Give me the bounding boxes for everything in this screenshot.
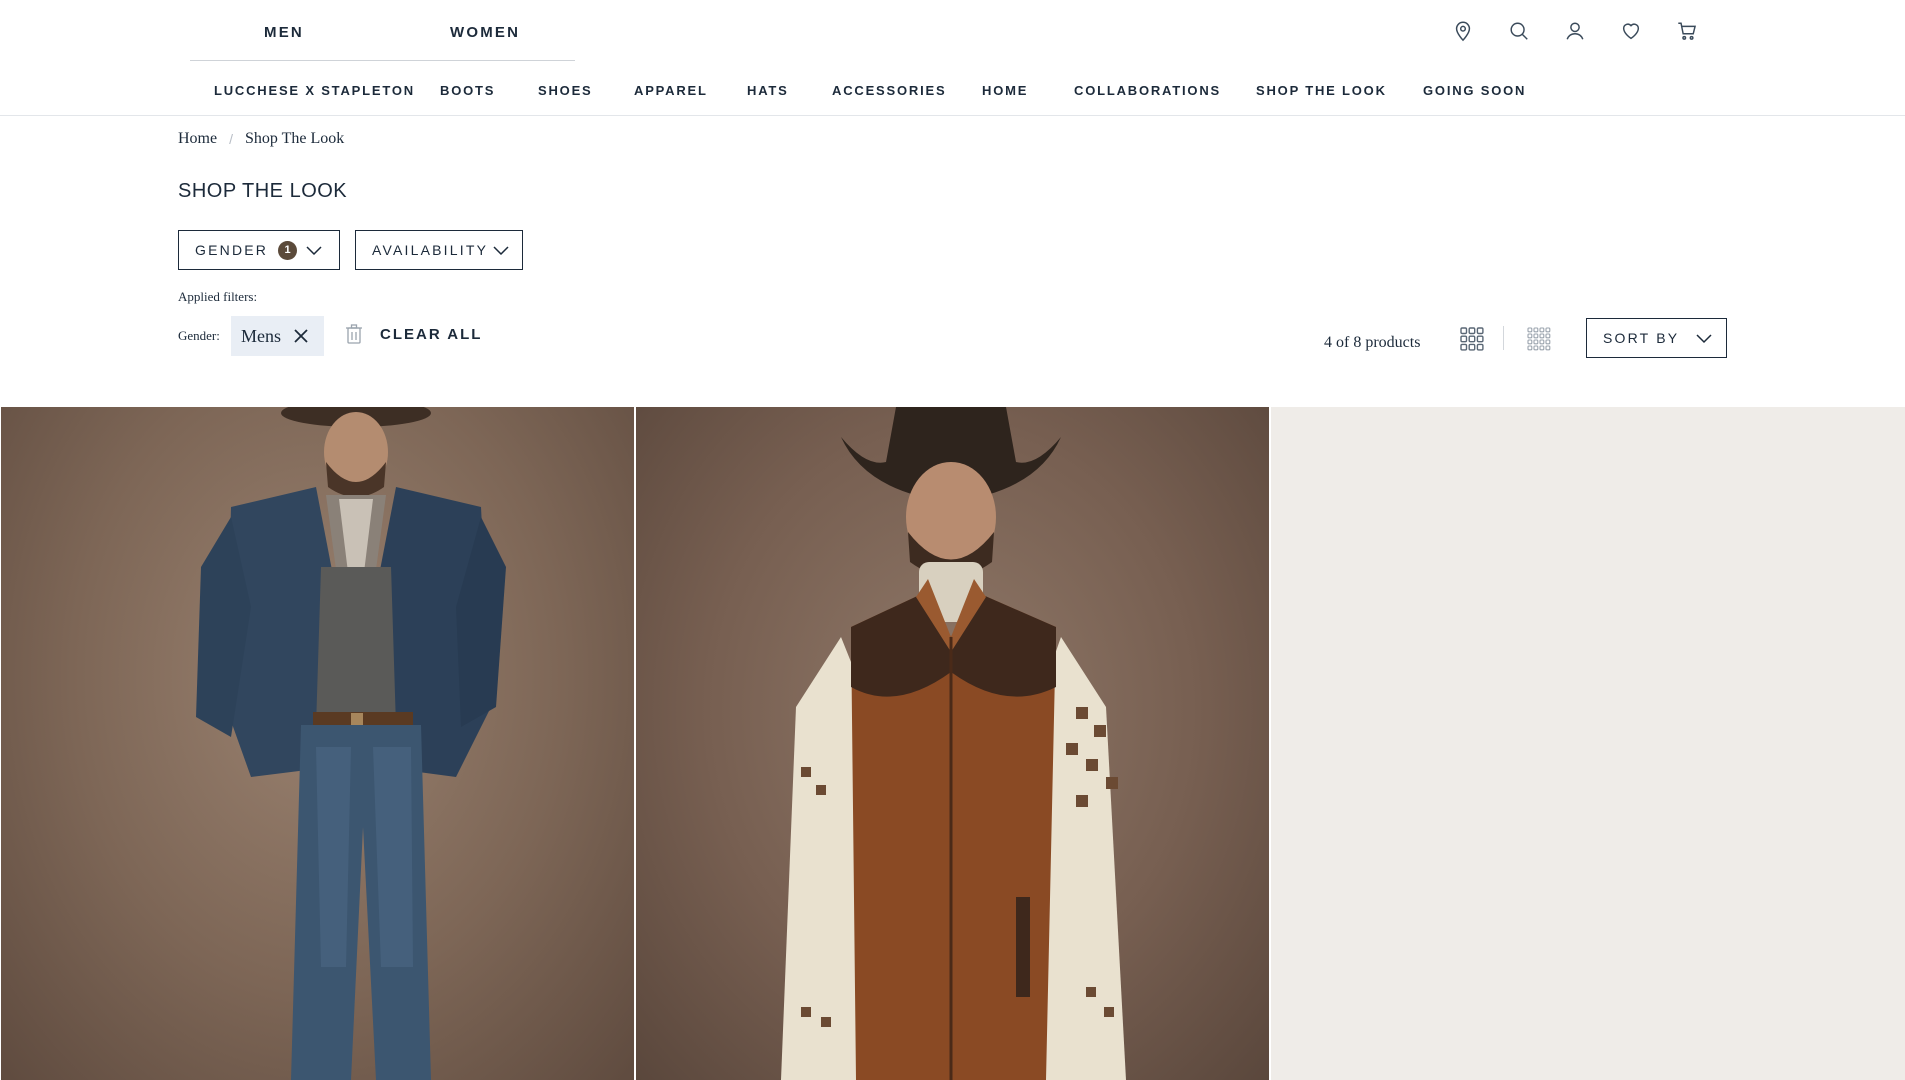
nav-item-hats[interactable]: HATS xyxy=(747,83,789,98)
availability-filter-dropdown[interactable]: AVAILABILITY xyxy=(355,230,523,270)
gender-filter-count-badge: 1 xyxy=(278,240,297,260)
breadcrumb-home[interactable]: Home xyxy=(178,130,217,148)
chevron-down-icon xyxy=(1695,332,1713,344)
man-in-denim-jacket-photo xyxy=(196,407,506,1080)
chevron-down-icon xyxy=(492,244,510,256)
nav-item-accessories[interactable]: ACCESSORIES xyxy=(832,83,946,98)
applied-filter-value: Mens xyxy=(241,325,281,346)
breadcrumb: Home / Shop The Look xyxy=(178,130,344,148)
sort-by-dropdown[interactable]: SORT BY xyxy=(1586,318,1727,358)
product-image-placeholder[interactable] xyxy=(1271,407,1905,1080)
page-title: SHOP THE LOOK xyxy=(178,180,348,202)
utility-icons xyxy=(1450,18,1710,44)
clear-all-button[interactable]: CLEAR ALL xyxy=(344,323,482,345)
chevron-down-icon xyxy=(305,244,323,256)
applied-gender-label: Gender: xyxy=(178,328,220,343)
cart-icon[interactable] xyxy=(1674,18,1700,44)
applied-filters-label: Applied filters: xyxy=(178,289,258,304)
main-nav: LUCCHESE X STAPLETON BOOTS SHOES APPAREL… xyxy=(0,82,1905,116)
wishlist-heart-icon[interactable] xyxy=(1618,18,1644,44)
availability-filter-label: AVAILABILITY xyxy=(372,242,489,258)
nav-item-collaborations[interactable]: COLLABORATIONS xyxy=(1074,83,1221,98)
breadcrumb-separator: / xyxy=(229,131,233,147)
product-count: 4 of 8 products xyxy=(1324,334,1421,351)
gender-tabs: MEN WOMEN xyxy=(190,0,575,61)
account-icon[interactable] xyxy=(1562,18,1588,44)
grid-3-column-icon[interactable] xyxy=(1459,326,1485,352)
trash-icon xyxy=(344,323,364,345)
nav-item-apparel[interactable]: APPAREL xyxy=(634,83,708,98)
breadcrumb-current: Shop The Look xyxy=(245,130,345,147)
clear-all-label: CLEAR ALL xyxy=(380,325,483,343)
man-in-suede-vest-photo xyxy=(781,407,1126,1080)
nav-item-going-soon[interactable]: GOING SOON xyxy=(1423,83,1526,98)
close-icon[interactable] xyxy=(293,328,309,344)
nav-item-lucchese-x-stapleton[interactable]: LUCCHESE X STAPLETON xyxy=(214,83,415,98)
grid-4-column-icon[interactable] xyxy=(1526,326,1552,352)
gender-filter-dropdown[interactable]: GENDER 1 xyxy=(178,230,340,270)
tab-men[interactable]: MEN xyxy=(264,24,304,41)
search-icon[interactable] xyxy=(1506,18,1532,44)
nav-item-shop-the-look[interactable]: SHOP THE LOOK xyxy=(1256,83,1387,98)
product-image-suede-vest-look[interactable] xyxy=(636,407,1269,1080)
nav-item-boots[interactable]: BOOTS xyxy=(440,83,495,98)
location-pin-icon[interactable] xyxy=(1450,18,1476,44)
gender-filter-label: GENDER xyxy=(195,242,269,258)
sort-by-label: SORT BY xyxy=(1603,330,1680,346)
tab-women[interactable]: WOMEN xyxy=(450,24,520,41)
grid-toggle-divider xyxy=(1503,326,1504,350)
applied-filter-chip-mens[interactable]: Mens xyxy=(231,316,324,356)
nav-item-home[interactable]: HOME xyxy=(982,83,1028,98)
nav-item-shoes[interactable]: SHOES xyxy=(538,83,593,98)
product-image-denim-look[interactable] xyxy=(1,407,634,1080)
